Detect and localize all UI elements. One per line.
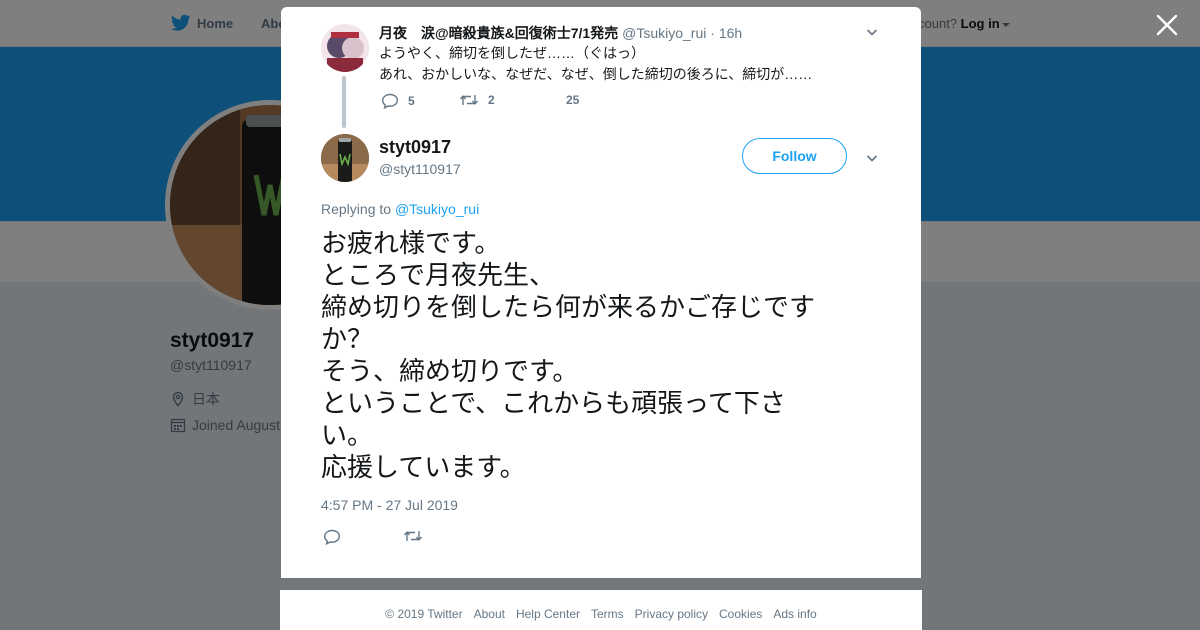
reply-action[interactable] [323,529,341,545]
main-author-name[interactable]: styt0917 [379,137,451,158]
parent-tweet-age[interactable]: · 16h [710,25,742,41]
replying-to: Replying to @Tsukiyo_rui [321,201,479,217]
close-icon[interactable] [1154,12,1180,38]
retweet-icon [403,531,423,541]
chevron-down-icon[interactable] [866,152,878,164]
parent-author-handle[interactable]: @Tsukiyo_rui [622,25,706,41]
main-author-handle[interactable]: @styt110917 [379,161,461,177]
tweet-text-line: か？ [321,324,374,354]
main-tweet-text: お疲れ様です。 ところで月夜先生、 締め切りを倒したら何が来るかご存じです か？… [321,227,861,483]
footer-link-about[interactable]: About [474,607,505,621]
parent-tweet-avatar[interactable] [321,24,369,72]
like-count: 25 [566,93,580,107]
tweet-text-line: い。 [321,420,374,450]
retweet-action[interactable] [403,529,423,543]
chevron-down-icon[interactable] [866,26,878,38]
tweet-timestamp[interactable]: 4:57 PM - 27 Jul 2019 [321,497,458,513]
reply-icon [381,93,399,109]
footer-link-ads-info[interactable]: Ads info [773,607,816,621]
retweet-count: 2 [488,93,495,107]
parent-tweet-text-line: ようやく、締切を倒したぜ……（ぐはっ） [379,45,645,61]
tweet-text-line: ところで月夜先生、 [321,260,556,290]
retweet-action[interactable]: 2 [459,93,495,107]
parent-tweet-text-line: あれ、おかしいな、なぜだ、なぜ、倒した締切の後ろに、締切が…… [379,66,813,82]
replying-prefix: Replying to [321,201,392,217]
like-action[interactable]: 25 [541,93,579,107]
replying-to-link[interactable]: @Tsukiyo_rui [395,201,479,217]
retweet-icon [459,95,479,105]
parent-tweet-header: 月夜 涙@暗殺貴族&回復術士7/1発売 @Tsukiyo_rui · 16h [379,23,742,43]
modal-footer: © 2019 Twitter About Help Center Terms P… [280,590,922,630]
parent-author-name[interactable]: 月夜 涙@暗殺貴族&回復術士7/1発売 [379,25,618,41]
footer-links: © 2019 Twitter About Help Center Terms P… [280,607,922,621]
tweet-text-line: 締め切りを倒したら何が来るかご存じです [321,292,816,322]
main-tweet-avatar[interactable] [321,134,369,182]
tweet-text-line: 応援しています。 [321,452,526,482]
tweet-text-line: そう、締め切りです。 [321,356,579,386]
footer-link-help-center[interactable]: Help Center [516,607,580,621]
footer-link-terms[interactable]: Terms [591,607,624,621]
tweet-modal: 月夜 涙@暗殺貴族&回復術士7/1発売 @Tsukiyo_rui · 16h よ… [281,7,921,578]
reply-count: 5 [408,94,415,108]
tweet-text-line: ということで、これからも頑張って下さ [321,388,786,418]
footer-link-cookies[interactable]: Cookies [719,607,762,621]
footer-copyright: © 2019 Twitter [385,607,463,621]
follow-button[interactable]: Follow [742,138,847,174]
thread-connector [342,76,346,128]
reply-icon [323,529,341,545]
reply-action[interactable]: 5 [381,93,415,109]
tweet-text-line: お疲れ様です。 [321,228,501,258]
footer-link-privacy[interactable]: Privacy policy [635,607,708,621]
